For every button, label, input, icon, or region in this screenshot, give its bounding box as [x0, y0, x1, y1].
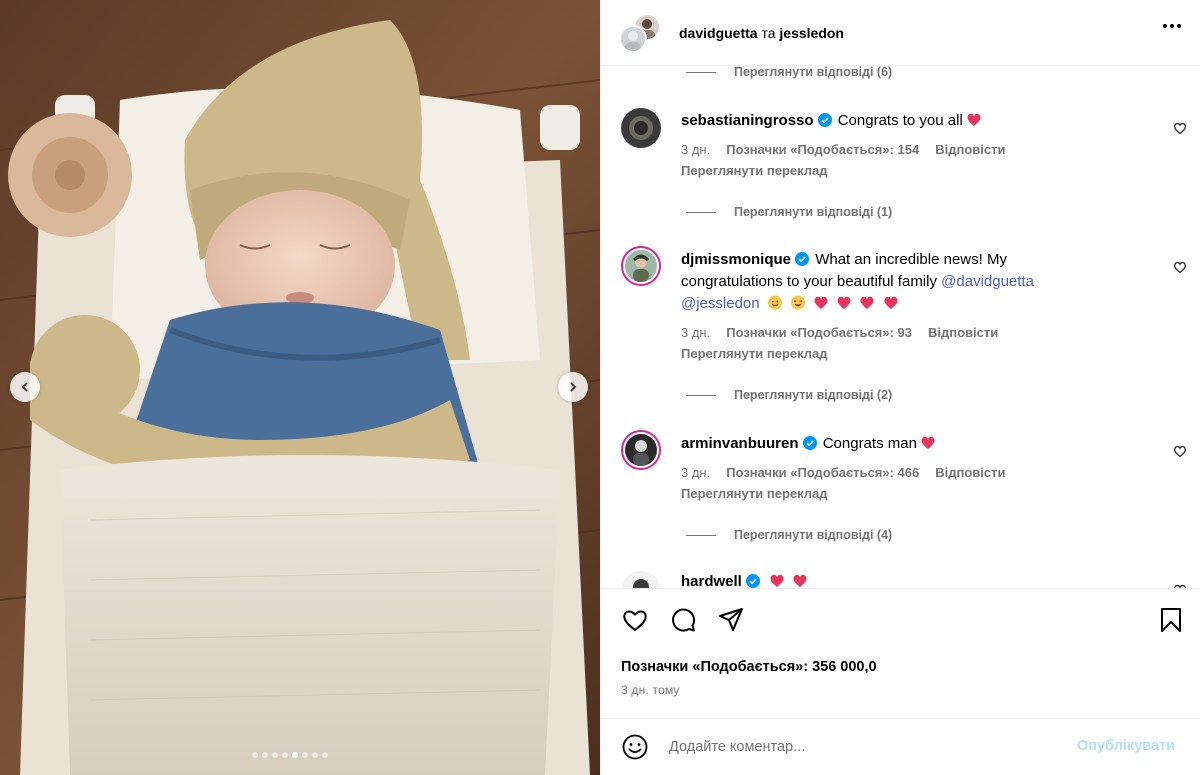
author-username[interactable]: davidguetta	[679, 25, 758, 41]
heart-emoji-icon	[837, 296, 851, 309]
view-replies-button[interactable]: Переглянути відповіді (2)	[686, 388, 892, 402]
comment-age[interactable]: 3 дн.	[681, 465, 710, 480]
comment-icon[interactable]	[669, 606, 697, 634]
chevron-right-icon	[570, 382, 577, 392]
avatar	[619, 24, 647, 53]
verified-badge-icon	[795, 252, 810, 266]
view-replies-label: Переглянути відповіді (4)	[734, 528, 893, 542]
more-icon[interactable]	[1163, 24, 1181, 28]
emoji-group	[764, 295, 899, 312]
comment-username[interactable]: djmissmonique	[681, 251, 791, 268]
share-icon[interactable]	[717, 606, 745, 634]
chevron-left-icon	[21, 382, 28, 392]
avatar[interactable]	[621, 571, 661, 588]
previous-slide-button[interactable]	[10, 372, 40, 402]
reply-button[interactable]: Відповісти	[928, 325, 998, 340]
like-comment-heart-icon[interactable]	[1173, 121, 1187, 135]
comment-likes[interactable]: Позначки «Подобається»: 154	[726, 142, 919, 157]
carousel-dot	[292, 752, 298, 758]
view-replies-label: Переглянути відповіді (1)	[734, 205, 893, 219]
comment-age[interactable]: 3 дн.	[681, 142, 710, 157]
reply-button[interactable]: Відповісти	[935, 142, 1005, 157]
view-replies-button[interactable]: Переглянути відповіді (4)	[686, 528, 892, 542]
view-replies-button[interactable]: Переглянути відповіді (1)	[686, 205, 892, 219]
comment-text: Congrats to you all	[837, 112, 963, 129]
heart-emoji-icon	[921, 436, 935, 449]
carousel-dot	[272, 752, 278, 758]
avatar[interactable]	[621, 430, 661, 470]
view-replies-label: Переглянути відповіді (2)	[734, 388, 893, 402]
heart-icon[interactable]	[621, 606, 649, 634]
verified-badge-icon	[817, 113, 832, 127]
post-timestamp[interactable]: 3 дн. тому	[621, 683, 680, 697]
mention-link[interactable]: @davidguetta	[941, 273, 1034, 290]
heart-emoji-icon	[884, 296, 898, 309]
like-comment-heart-icon[interactable]	[1173, 444, 1187, 458]
reply-button[interactable]: Відповісти	[935, 465, 1005, 480]
post-dialog: davidguetta та jessledon Переглянути від…	[0, 0, 1200, 775]
post-comment-button[interactable]: Опублікувати	[1077, 738, 1175, 754]
bookmark-icon[interactable]	[1157, 606, 1185, 634]
comments-list[interactable]: Переглянути відповіді (6) sebastianingro…	[601, 66, 1200, 588]
heart-emoji-icon	[860, 296, 875, 309]
comment-age[interactable]: 3 дн.	[681, 325, 710, 340]
post-likes[interactable]: Позначки «Подобається»: 356 000,0	[621, 659, 877, 675]
see-translation-button[interactable]: Переглянути переклад	[681, 163, 828, 178]
avatar[interactable]	[621, 108, 661, 148]
carousel-dot	[262, 752, 268, 758]
heart-eyes-emoji-icon	[790, 295, 805, 310]
comment-likes[interactable]: Позначки «Подобається»: 93	[726, 325, 912, 340]
heart-emoji-icon	[770, 574, 784, 587]
post-side-panel: davidguetta та jessledon Переглянути від…	[600, 0, 1200, 775]
carousel-dot	[282, 752, 288, 758]
post-actions: Позначки «Подобається»: 356 000,0 3 дн. …	[601, 588, 1200, 714]
heart-emoji-icon	[793, 574, 807, 587]
carousel-dot	[312, 752, 318, 758]
comment-username[interactable]: arminvanbuuren	[681, 435, 799, 452]
emoji-icon[interactable]	[621, 733, 649, 761]
comment-username[interactable]: sebastianingrosso	[681, 112, 814, 129]
see-translation-button[interactable]: Переглянути переклад	[681, 346, 828, 361]
author-username[interactable]: jessledon	[779, 25, 844, 41]
heart-emoji-icon	[967, 113, 981, 126]
avatar[interactable]	[621, 246, 661, 286]
comment-composer: Опублікувати	[601, 718, 1200, 775]
carousel-dot	[302, 752, 308, 758]
post-media[interactable]	[0, 0, 600, 775]
carousel-dot	[322, 752, 328, 758]
like-comment-heart-icon[interactable]	[1173, 260, 1187, 274]
collab-avatars[interactable]	[619, 12, 665, 53]
post-photo	[0, 0, 600, 775]
smiling-face-emoji-icon	[767, 295, 782, 310]
mention-link[interactable]: @jessledon	[681, 295, 760, 312]
post-header: davidguetta та jessledon	[601, 0, 1200, 66]
verified-badge-icon	[802, 436, 817, 450]
comment-text: Congrats man	[822, 435, 917, 452]
heart-emoji-icon	[814, 296, 828, 309]
comment-input[interactable]	[669, 735, 1059, 759]
author-separator: та	[761, 24, 776, 41]
carousel-dot	[252, 752, 258, 758]
view-replies-button[interactable]: Переглянути відповіді (6)	[686, 66, 892, 79]
see-translation-button[interactable]: Переглянути переклад	[681, 486, 828, 501]
comment-likes[interactable]: Позначки «Подобається»: 466	[726, 465, 919, 480]
comment-username[interactable]: hardwell	[681, 573, 742, 588]
carousel-indicator	[252, 752, 328, 758]
next-slide-button[interactable]	[558, 372, 588, 402]
view-replies-label: Переглянути відповіді (6)	[734, 66, 893, 79]
verified-badge-icon	[745, 574, 760, 588]
post-authors: davidguetta та jessledon	[679, 25, 844, 41]
